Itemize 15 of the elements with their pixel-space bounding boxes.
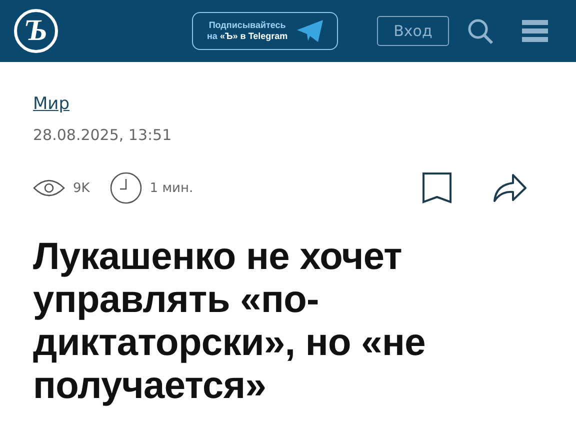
login-button[interactable]: Вход	[377, 16, 449, 46]
eye-icon	[33, 179, 65, 197]
share-icon[interactable]	[493, 173, 527, 203]
search-icon[interactable]	[467, 18, 494, 44]
clock-icon	[110, 172, 142, 204]
bookmark-icon[interactable]	[422, 172, 452, 204]
views-count: 9K	[73, 180, 90, 196]
menu-icon[interactable]	[522, 20, 548, 42]
article-headline: Лукашенко не хочет управлять «по-диктаторски», но «не получается»	[33, 236, 426, 408]
telegram-promo-button[interactable]: Подписывайтесь на «Ъ» в Telegram	[192, 12, 338, 50]
publish-date: 28.08.2025, 13:51	[33, 126, 173, 144]
rubric-link[interactable]: Мир	[33, 94, 70, 114]
paper-plane-icon	[296, 19, 324, 43]
read-time: 1 мин.	[150, 180, 194, 196]
logo[interactable]: Ъ	[14, 9, 58, 53]
